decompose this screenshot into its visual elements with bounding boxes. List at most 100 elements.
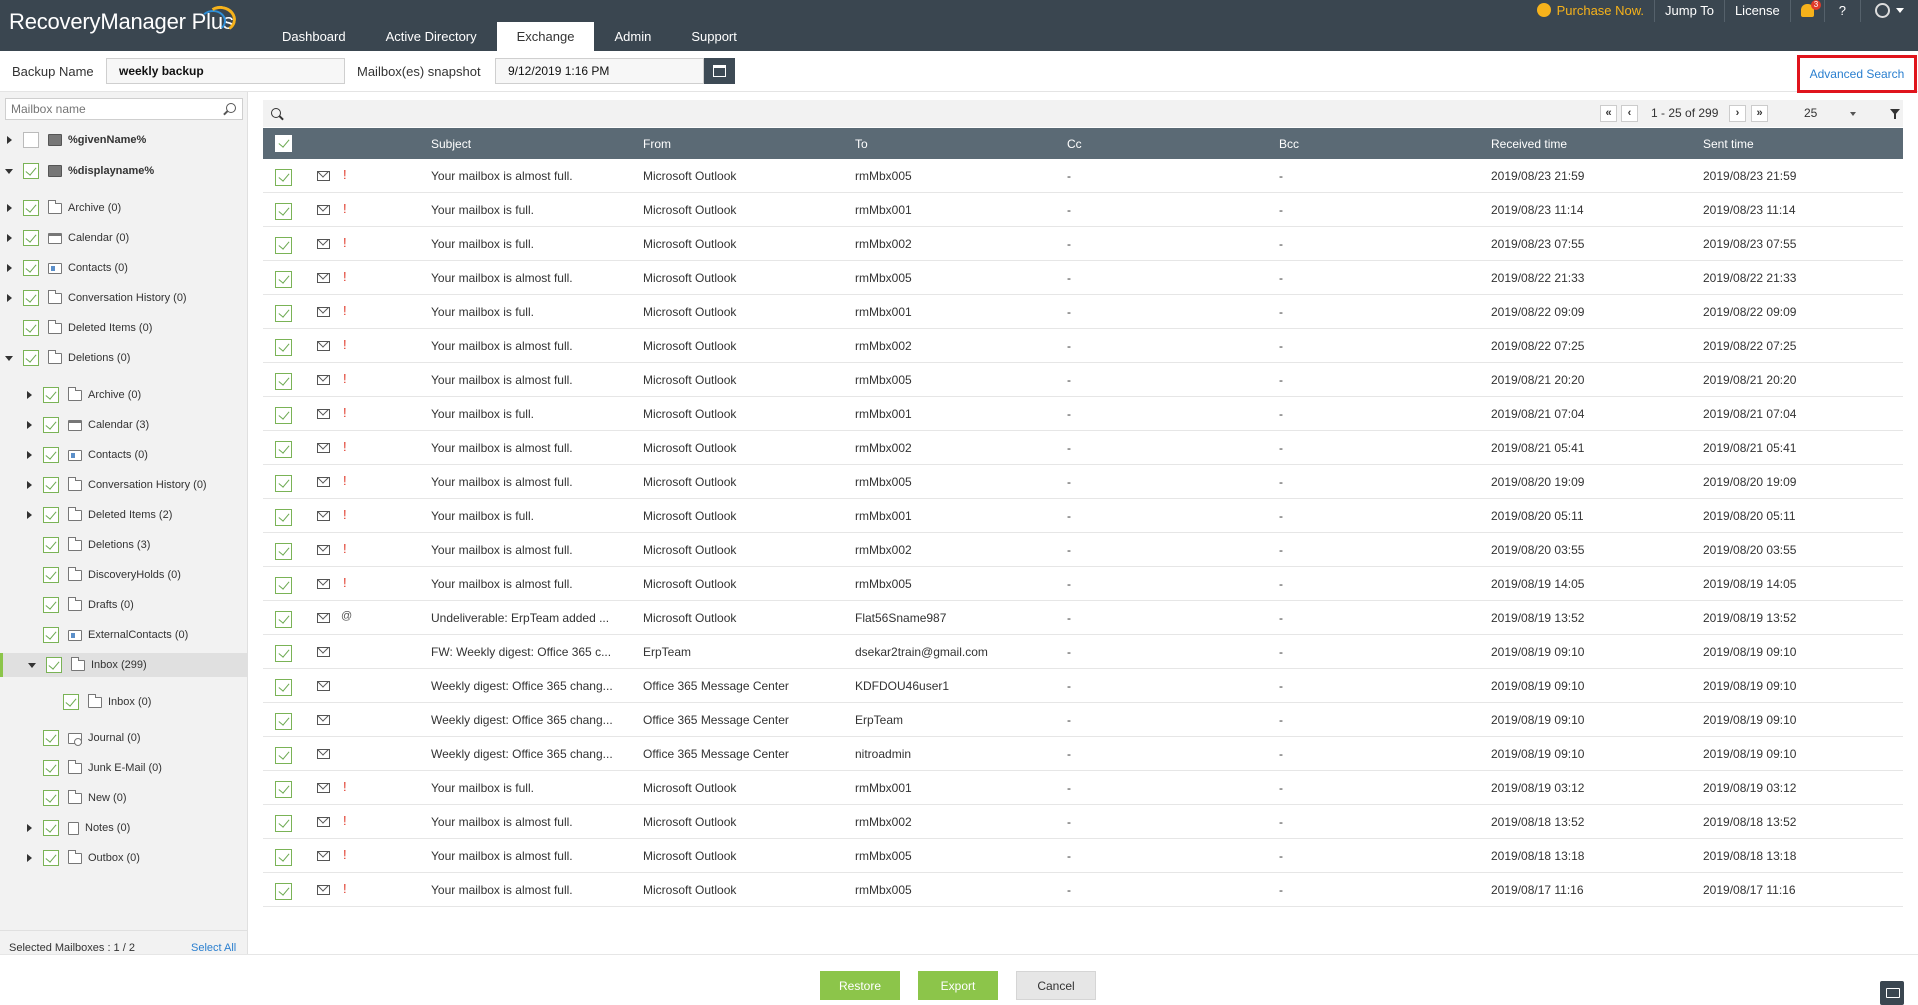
row-checkbox[interactable]: [275, 475, 292, 492]
table-row[interactable]: ! Your mailbox is almost full. Microsoft O…: [263, 329, 1903, 363]
tree-item-checkbox[interactable]: [43, 760, 59, 776]
select-all-checkbox[interactable]: [275, 135, 292, 152]
prev-page-button[interactable]: ‹: [1621, 105, 1638, 122]
jump-to-link[interactable]: Jump To: [1654, 0, 1724, 22]
tree-item[interactable]: DiscoveryHolds (0): [0, 563, 248, 587]
row-checkbox[interactable]: [275, 271, 292, 288]
table-row[interactable]: ! Your mailbox is almost full. Microsoft O…: [263, 159, 1903, 193]
tree-item-checkbox[interactable]: [43, 790, 59, 806]
collapsed-arrow-icon[interactable]: [24, 823, 34, 833]
table-row[interactable]: ! Your mailbox is full. Microsoft Outlook r…: [263, 771, 1903, 805]
tree-item-checkbox[interactable]: [23, 200, 39, 216]
tree-item[interactable]: %displayname%: [0, 159, 248, 183]
notifications-button[interactable]: 3: [1789, 0, 1824, 22]
row-checkbox[interactable]: [275, 305, 292, 322]
restore-button[interactable]: Restore: [820, 971, 900, 1000]
collapsed-arrow-icon[interactable]: [4, 233, 14, 243]
tree-item-checkbox[interactable]: [43, 597, 59, 613]
tree-item-checkbox[interactable]: [23, 230, 39, 246]
tree-item[interactable]: Calendar (0): [0, 226, 248, 250]
tree-item-checkbox[interactable]: [43, 627, 59, 643]
tree-item[interactable]: Deletions (0): [0, 346, 248, 370]
purchase-now-link[interactable]: Purchase Now.: [1527, 0, 1654, 22]
mailbox-search-input[interactable]: [5, 98, 243, 120]
table-row[interactable]: ! Your mailbox is full. Microsoft Outlook r…: [263, 397, 1903, 431]
row-checkbox[interactable]: [275, 203, 292, 220]
row-checkbox[interactable]: [275, 713, 292, 730]
row-checkbox[interactable]: [275, 679, 292, 696]
advanced-search-link[interactable]: Advanced Search: [1797, 55, 1917, 93]
table-row[interactable]: ! Your mailbox is almost full. Microsoft O…: [263, 873, 1903, 907]
tree-item-checkbox[interactable]: [43, 537, 59, 553]
row-checkbox[interactable]: [275, 339, 292, 356]
row-checkbox[interactable]: [275, 407, 292, 424]
col-sent-time[interactable]: Sent time: [1703, 137, 1754, 151]
chat-icon[interactable]: [1880, 981, 1904, 1005]
row-checkbox[interactable]: [275, 373, 292, 390]
tree-item[interactable]: Inbox (0): [0, 690, 248, 714]
tree-item[interactable]: Deletions (3): [0, 533, 248, 557]
tree-item[interactable]: Junk E-Mail (0): [0, 756, 248, 780]
collapsed-arrow-icon[interactable]: [24, 450, 34, 460]
tree-item[interactable]: Calendar (3): [0, 413, 248, 437]
tree-item-checkbox[interactable]: [43, 447, 59, 463]
col-received-time[interactable]: Received time: [1491, 137, 1567, 151]
license-link[interactable]: License: [1723, 0, 1790, 22]
snapshot-date-field[interactable]: [495, 58, 704, 84]
row-checkbox[interactable]: [275, 543, 292, 560]
backup-name-field[interactable]: [106, 58, 345, 84]
row-checkbox[interactable]: [275, 441, 292, 458]
table-row[interactable]: ! Your mailbox is almost full. Microsoft O…: [263, 363, 1903, 397]
tree-item-checkbox[interactable]: [43, 850, 59, 866]
next-page-button[interactable]: ›: [1729, 105, 1746, 122]
page-size-select[interactable]: 25: [1798, 104, 1858, 123]
expanded-arrow-icon[interactable]: [4, 353, 14, 363]
tree-item[interactable]: Contacts (0): [0, 256, 248, 280]
collapsed-arrow-icon[interactable]: [4, 203, 14, 213]
table-row[interactable]: ! Your mailbox is full. Microsoft Outlook r…: [263, 499, 1903, 533]
table-row[interactable]: ! Your mailbox is almost full. Microsoft O…: [263, 567, 1903, 601]
calendar-button[interactable]: [704, 58, 735, 84]
table-row[interactable]: ! Your mailbox is almost full. Microsoft O…: [263, 465, 1903, 499]
tree-item[interactable]: Notes (0): [0, 816, 248, 840]
table-row[interactable]: ! Your mailbox is full. Microsoft Outlook r…: [263, 227, 1903, 261]
tree-item[interactable]: Conversation History (0): [0, 473, 248, 497]
col-subject[interactable]: Subject: [431, 137, 471, 151]
tree-item[interactable]: Deleted Items (2): [0, 503, 248, 527]
tree-item-checkbox[interactable]: [43, 477, 59, 493]
tree-item-checkbox[interactable]: [43, 730, 59, 746]
row-checkbox[interactable]: [275, 169, 292, 186]
table-row[interactable]: ! Your mailbox is almost full. Microsoft O…: [263, 839, 1903, 873]
tab-exchange[interactable]: Exchange: [496, 22, 595, 51]
tree-item-checkbox[interactable]: [43, 567, 59, 583]
help-button[interactable]: ?: [1823, 0, 1860, 22]
tree-item[interactable]: ExternalContacts (0): [0, 623, 248, 647]
row-checkbox[interactable]: [275, 645, 292, 662]
tab-dashboard[interactable]: Dashboard: [262, 22, 366, 51]
expanded-arrow-icon[interactable]: [27, 660, 37, 670]
row-checkbox[interactable]: [275, 883, 292, 900]
first-page-button[interactable]: «: [1600, 105, 1617, 122]
table-row[interactable]: Weekly digest: Office 365 chang... Office…: [263, 737, 1903, 771]
tree-item[interactable]: New (0): [0, 786, 248, 810]
tree-item-checkbox[interactable]: [43, 507, 59, 523]
tree-item[interactable]: Drafts (0): [0, 593, 248, 617]
table-row[interactable]: ! Your mailbox is almost full. Microsoft O…: [263, 261, 1903, 295]
tree-item-checkbox[interactable]: [46, 657, 62, 673]
tab-admin[interactable]: Admin: [594, 22, 671, 51]
tree-item-checkbox[interactable]: [23, 320, 39, 336]
tree-item-checkbox[interactable]: [23, 290, 39, 306]
tree-item-checkbox[interactable]: [43, 387, 59, 403]
collapsed-arrow-icon[interactable]: [24, 420, 34, 430]
row-checkbox[interactable]: [275, 849, 292, 866]
tree-item[interactable]: Archive (0): [0, 383, 248, 407]
user-menu[interactable]: [1860, 0, 1918, 22]
collapsed-arrow-icon[interactable]: [4, 293, 14, 303]
col-to[interactable]: To: [855, 137, 868, 151]
row-checkbox[interactable]: [275, 509, 292, 526]
collapsed-arrow-icon[interactable]: [4, 135, 14, 145]
tree-item[interactable]: Deleted Items (0): [0, 316, 248, 340]
last-page-button[interactable]: »: [1751, 105, 1768, 122]
tab-support[interactable]: Support: [671, 22, 757, 51]
grid-search-icon[interactable]: [271, 108, 281, 118]
